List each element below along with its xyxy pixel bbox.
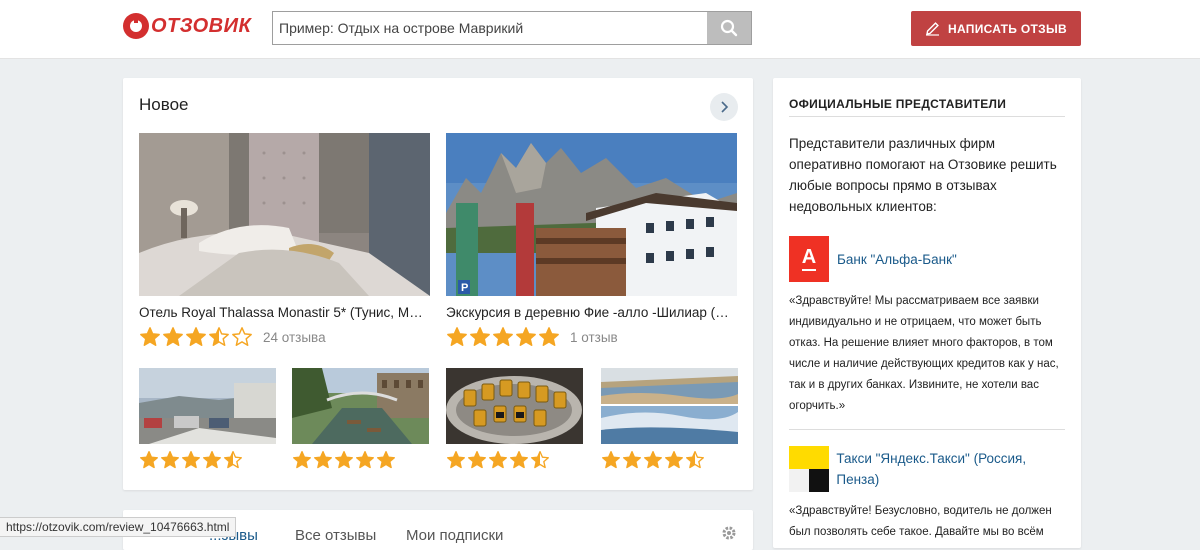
star-rating: [601, 450, 738, 470]
yandex-taxi-logo[interactable]: [789, 446, 829, 492]
rep-header[interactable]: Такси "Яндекс.Такси" (Россия, Пенза): [789, 446, 1069, 492]
star-icon: [140, 327, 160, 346]
rep-quote: «Здравствуйте! Мы рассматриваем все заяв…: [789, 295, 1059, 412]
star-icon: [232, 327, 252, 346]
logo-icon: [123, 13, 149, 39]
star-icon: [314, 451, 332, 469]
new-item-title[interactable]: Экскурсия в деревню Фие -алло -Шилиар (И…: [446, 305, 737, 320]
search-icon: [720, 19, 738, 37]
star-rating: [139, 326, 253, 348]
gear-icon[interactable]: [721, 525, 737, 541]
star-rating: [292, 450, 429, 470]
new-item-hotel[interactable]: Отель Royal Thalassa Monastir 5* (Тунис,…: [139, 133, 430, 348]
star-icon: [510, 451, 528, 469]
new-section: Новое Отель Royal Thalassa Monastir 5* (…: [123, 78, 753, 490]
status-bar-url: https://otzovik.com/review_10476663.html: [0, 517, 237, 537]
street-image[interactable]: [139, 368, 276, 444]
rep-name[interactable]: Банк "Альфа-Банк": [837, 249, 957, 270]
star-icon: [293, 451, 311, 469]
rep-alfa-bank: А Банк "Альфа-Банк" «Здравствуйте! Мы ра…: [789, 236, 1069, 417]
star-icon: [163, 327, 183, 346]
search-box: [272, 11, 752, 45]
star-icon: [470, 327, 490, 346]
star-icon: [493, 327, 513, 346]
search-button[interactable]: [707, 12, 751, 44]
svg-text:P: P: [461, 282, 468, 294]
new-section-title: Новое: [139, 95, 189, 114]
search-input[interactable]: [273, 12, 703, 44]
star-rating: [446, 450, 583, 470]
star-icon: [161, 451, 179, 469]
star-icon: [203, 451, 221, 469]
star-icon: [186, 327, 206, 346]
star-icon: [644, 451, 662, 469]
star-icon: [182, 451, 200, 469]
next-button[interactable]: [710, 93, 738, 121]
divider: [789, 429, 1065, 430]
rating-row: 1 отзыв: [446, 326, 737, 348]
rep-name[interactable]: Такси "Яндекс.Такси" (Россия, Пенза): [836, 448, 1069, 490]
new-item-small[interactable]: [601, 368, 738, 470]
rep-header[interactable]: А Банк "Альфа-Банк": [789, 236, 1069, 282]
beach-image[interactable]: [601, 368, 738, 444]
reps-title: ОФИЦИАЛЬНЫЕ ПРЕДСТАВИТЕЛИ: [789, 97, 1007, 111]
star-icon: [447, 451, 465, 469]
chevron-right-icon: [721, 101, 729, 113]
star-icon: [209, 327, 229, 346]
star-icon: [468, 451, 486, 469]
divider: [789, 116, 1065, 117]
alfa-bank-logo[interactable]: А: [789, 236, 829, 282]
new-item-excursion[interactable]: P Экскурсия в деревню Фие -алло -Шилиар …: [446, 133, 737, 348]
new-item-small[interactable]: [139, 368, 276, 470]
river-image[interactable]: [292, 368, 429, 444]
star-icon: [377, 451, 395, 469]
new-item-small[interactable]: [292, 368, 429, 470]
mountain-village-image[interactable]: P: [446, 133, 737, 296]
star-icon: [602, 451, 620, 469]
star-icon: [665, 451, 683, 469]
reps-intro: Представители различных фирм оперативно …: [789, 136, 1057, 214]
write-review-label: НАПИСАТЬ ОТЗЫВ: [948, 21, 1067, 36]
review-count[interactable]: 1 отзыв: [570, 330, 618, 345]
star-icon: [516, 327, 536, 346]
star-icon: [447, 327, 467, 346]
alfa-logo-bar: [802, 269, 816, 271]
header: ОТЗОВИК НАПИСАТЬ ОТЗЫВ: [0, 0, 1200, 59]
new-item-title[interactable]: Отель Royal Thalassa Monastir 5* (Тунис,…: [139, 305, 430, 320]
star-icon: [140, 451, 158, 469]
star-icon: [623, 451, 641, 469]
rating-row: 24 отзыва: [139, 326, 430, 348]
star-rating: [139, 450, 276, 470]
star-icon: [489, 451, 507, 469]
tab-all-reviews[interactable]: Все отзывы: [295, 527, 376, 544]
rep-yandex-taxi: Такси "Яндекс.Такси" (Россия, Пенза) «Зд…: [789, 446, 1069, 543]
star-icon: [531, 451, 549, 469]
tab-my-subscriptions[interactable]: Мои подписки: [406, 527, 503, 544]
write-review-button[interactable]: НАПИСАТЬ ОТЗЫВ: [911, 11, 1081, 46]
logo-text: ОТЗОВИК: [151, 14, 252, 37]
pencil-icon: [926, 22, 940, 36]
official-reps-section: ОФИЦИАЛЬНЫЕ ПРЕДСТАВИТЕЛИ Представители …: [773, 78, 1081, 548]
hotel-room-image[interactable]: [139, 133, 430, 296]
logo[interactable]: ОТЗОВИК: [123, 13, 251, 39]
star-icon: [224, 451, 242, 469]
star-icon: [356, 451, 374, 469]
star-icon: [335, 451, 353, 469]
star-icon: [539, 327, 559, 346]
new-item-small[interactable]: [446, 368, 583, 470]
alfa-logo-letter: А: [801, 246, 817, 268]
star-rating: [446, 326, 560, 348]
drinks-image[interactable]: [446, 368, 583, 444]
review-count[interactable]: 24 отзыва: [263, 330, 326, 345]
star-icon: [686, 451, 704, 469]
